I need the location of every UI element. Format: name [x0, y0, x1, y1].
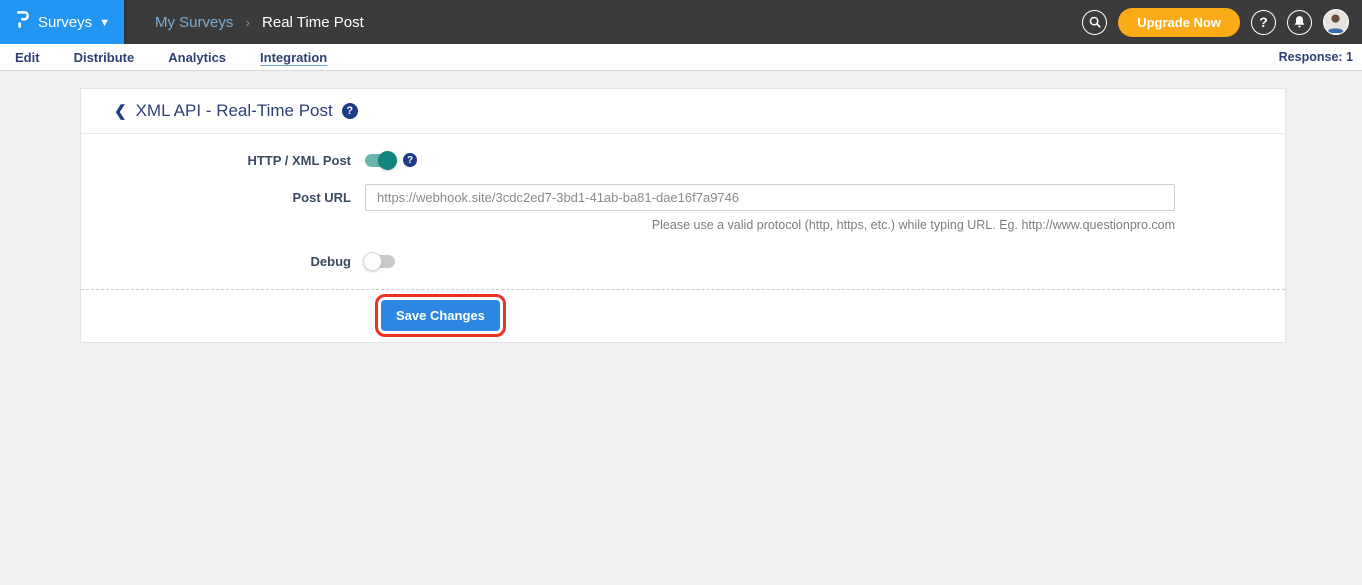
main-content: ❮ XML API - Real-Time Post ? HTTP / XML …: [0, 71, 1362, 343]
breadcrumb-current: Real Time Post: [262, 14, 364, 31]
save-changes-button[interactable]: Save Changes: [381, 300, 500, 331]
breadcrumb-separator-icon: ›: [245, 14, 250, 30]
questionpro-logo-icon: [14, 9, 31, 36]
help-button[interactable]: ?: [1251, 10, 1276, 35]
post-url-label: Post URL: [81, 190, 365, 205]
http-xml-post-toggle[interactable]: [365, 154, 395, 167]
notifications-button[interactable]: [1287, 10, 1312, 35]
top-navbar: Surveys ▼ My Surveys › Real Time Post Up…: [0, 0, 1362, 44]
brand-surveys-menu[interactable]: Surveys ▼: [0, 0, 127, 44]
user-avatar[interactable]: [1323, 9, 1349, 35]
page-title: XML API - Real-Time Post: [136, 101, 333, 121]
upgrade-now-button[interactable]: Upgrade Now: [1118, 8, 1240, 37]
debug-label: Debug: [81, 254, 365, 269]
chevron-down-icon: ▼: [99, 17, 110, 29]
back-button[interactable]: ❮: [114, 104, 127, 119]
post-url-row: Post URL: [81, 184, 1285, 211]
toggle-knob: [378, 151, 397, 170]
question-mark-icon: ?: [1259, 15, 1268, 29]
bell-icon: [1293, 15, 1306, 29]
card-footer: Save Changes: [81, 290, 1285, 342]
http-xml-post-label: HTTP / XML Post: [81, 153, 365, 168]
survey-tabbar: Edit Distribute Analytics Integration Re…: [0, 44, 1362, 71]
breadcrumb: My Surveys › Real Time Post: [155, 14, 364, 31]
debug-row: Debug: [81, 250, 1285, 272]
tab-distribute[interactable]: Distribute: [74, 50, 135, 65]
xml-api-card: ❮ XML API - Real-Time Post ? HTTP / XML …: [80, 88, 1286, 343]
brand-label: Surveys: [38, 14, 92, 31]
http-xml-post-help-icon[interactable]: ?: [403, 153, 417, 167]
realtime-post-form: HTTP / XML Post ? Post URL Please use a …: [81, 134, 1285, 342]
post-url-input[interactable]: [365, 184, 1175, 211]
url-protocol-hint: Please use a valid protocol (http, https…: [81, 218, 1175, 232]
search-button[interactable]: [1082, 10, 1107, 35]
title-help-icon[interactable]: ?: [342, 103, 358, 119]
toggle-knob: [363, 252, 382, 271]
http-xml-post-row: HTTP / XML Post ?: [81, 149, 1285, 171]
breadcrumb-my-surveys[interactable]: My Surveys: [155, 14, 233, 31]
navbar-actions: Upgrade Now ?: [1082, 8, 1362, 37]
card-header: ❮ XML API - Real-Time Post ?: [81, 89, 1285, 134]
response-count: Response: 1: [1279, 50, 1362, 64]
debug-toggle[interactable]: [365, 255, 395, 268]
search-icon: [1088, 15, 1102, 29]
tab-analytics[interactable]: Analytics: [168, 50, 226, 65]
tab-integration[interactable]: Integration: [260, 50, 327, 65]
tab-edit[interactable]: Edit: [15, 50, 40, 65]
